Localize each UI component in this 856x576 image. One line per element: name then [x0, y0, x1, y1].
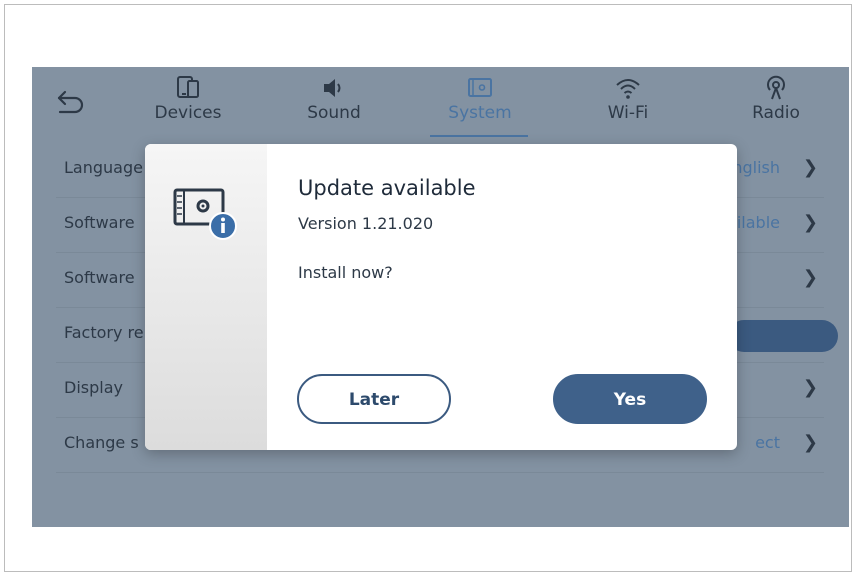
tab-label: Devices — [154, 103, 222, 123]
image-frame: Devices Sound System Wi-Fi Radio Languag… — [4, 4, 852, 572]
row-label: Language — [64, 158, 143, 177]
tab-sound[interactable]: Sound — [284, 75, 384, 135]
system-icon — [468, 78, 492, 97]
radio-icon — [767, 75, 785, 100]
row-label: Software — [64, 213, 135, 232]
chevron-right-icon: ❯ — [802, 267, 818, 288]
chevron-right-icon: ❯ — [802, 212, 818, 233]
install-question: Install now? — [298, 263, 393, 282]
tab-label: Wi-Fi — [607, 103, 649, 123]
tab-system[interactable]: System — [430, 75, 530, 135]
row-value: ect — [755, 433, 780, 452]
row-label: Display — [64, 378, 123, 397]
dialog-title: Update available — [298, 176, 476, 200]
row-label: Factory re — [64, 323, 144, 342]
back-arrow-icon[interactable] — [56, 87, 86, 117]
update-dialog: Update available Version 1.21.020 Instal… — [145, 144, 737, 450]
chevron-right-icon: ❯ — [802, 157, 818, 178]
phone-icon — [177, 76, 199, 98]
speaker-icon — [324, 79, 341, 97]
tab-radio[interactable]: Radio — [726, 75, 826, 135]
tab-label: Sound — [307, 103, 361, 123]
dialog-side-panel — [145, 144, 267, 450]
factory-reset-button[interactable] — [728, 320, 838, 352]
chevron-right-icon: ❯ — [802, 377, 818, 398]
row-label: Software — [64, 268, 135, 287]
later-button[interactable]: Later — [297, 374, 451, 424]
tab-wifi[interactable]: Wi-Fi — [578, 75, 678, 135]
chevron-right-icon: ❯ — [802, 432, 818, 453]
system-update-info-icon — [173, 188, 237, 240]
yes-button[interactable]: Yes — [553, 374, 707, 424]
version-text: Version 1.21.020 — [298, 214, 434, 233]
row-label: Change s — [64, 433, 139, 452]
wifi-icon — [616, 79, 640, 99]
tab-label: Radio — [752, 103, 800, 123]
active-tab-indicator — [430, 135, 528, 137]
tab-devices[interactable]: Devices — [138, 75, 238, 135]
top-navigation: Devices Sound System Wi-Fi Radio — [32, 67, 849, 137]
tab-label: System — [448, 103, 512, 123]
